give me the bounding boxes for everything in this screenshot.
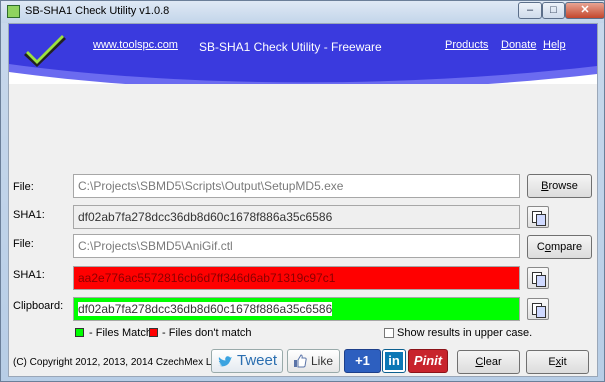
copy-icon-back: [536, 275, 546, 287]
uppercase-checkbox[interactable]: [384, 328, 394, 338]
compare-button[interactable]: Compare: [527, 235, 592, 259]
app-window: SB-SHA1 Check Utility v1.0.8 – □ ✕ www.t…: [0, 0, 605, 382]
minimize-button[interactable]: –: [518, 2, 542, 19]
client-area: www.toolspc.com SB-SHA1 Check Utility - …: [8, 23, 598, 377]
close-button[interactable]: ✕: [565, 2, 605, 19]
banner-wave: [9, 64, 597, 84]
clipboard-value: df02ab7fa278dcc36db8d60c1678f886a35c6586: [78, 302, 333, 316]
maximize-button[interactable]: □: [542, 2, 565, 19]
clipboard-field[interactable]: df02ab7fa278dcc36db8d60c1678f886a35c6586: [73, 297, 520, 321]
linkedin-icon: in: [385, 352, 403, 370]
website-link[interactable]: www.toolspc.com: [93, 39, 178, 51]
file2-path-field[interactable]: C:\Projects\SBMD5\AniGif.ctl: [73, 234, 520, 258]
title-bar[interactable]: SB-SHA1 Check Utility v1.0.8 – □ ✕: [1, 1, 605, 23]
sha1-2-label: SHA1:: [13, 269, 45, 281]
banner-title: SB-SHA1 Check Utility - Freeware: [199, 40, 382, 54]
clear-button[interactable]: Clear: [457, 350, 520, 374]
help-link[interactable]: Help: [543, 39, 566, 51]
tweet-label: Tweet: [237, 352, 278, 369]
checkmark-logo-icon: [24, 35, 66, 67]
file1-label: File:: [13, 181, 34, 193]
pinit-button[interactable]: Pinit: [408, 349, 448, 373]
paste-icon-back: [536, 306, 546, 318]
match-color-swatch: [75, 328, 84, 337]
nomatch-color-swatch: [149, 328, 158, 337]
exit-button[interactable]: Exit: [526, 350, 589, 374]
browse-button[interactable]: Browse: [527, 174, 592, 198]
files-dont-match-legend: - Files don't match: [162, 327, 252, 339]
copyright-text: (C) Copyright 2012, 2013, 2014 CzechMex …: [13, 357, 225, 368]
uppercase-label[interactable]: Show results in upper case.: [397, 327, 532, 339]
banner: www.toolspc.com SB-SHA1 Check Utility - …: [9, 24, 597, 84]
copy-sha1-2-button[interactable]: [527, 267, 549, 289]
paste-clipboard-button[interactable]: [527, 298, 549, 320]
like-button[interactable]: Like: [287, 349, 340, 373]
copy-sha1-1-button[interactable]: [527, 206, 549, 228]
like-label: Like: [311, 354, 334, 368]
sha1-1-field[interactable]: df02ab7fa278dcc36db8d60c1678f886a35c6586: [73, 205, 520, 229]
file1-path-field[interactable]: C:\Projects\SBMD5\Scripts\Output\SetupMD…: [73, 174, 520, 198]
file2-label: File:: [13, 238, 34, 250]
sha1-1-label: SHA1:: [13, 209, 45, 221]
window-title: SB-SHA1 Check Utility v1.0.8: [25, 5, 170, 17]
twitter-bird-icon: [218, 356, 232, 367]
copy-icon-back: [536, 214, 546, 226]
files-match-legend: - Files Match: [89, 327, 152, 339]
tweet-button[interactable]: Tweet: [211, 349, 283, 373]
linkedin-button[interactable]: in: [382, 349, 406, 373]
clipboard-label: Clipboard:: [13, 300, 64, 312]
donate-link[interactable]: Donate: [501, 39, 536, 51]
sha1-2-field[interactable]: aa2e776ac5572816cb6d7ff346d6ab71319c97c1: [73, 266, 520, 290]
products-link[interactable]: Products: [445, 39, 488, 51]
thumbs-up-icon: [294, 354, 307, 368]
app-icon: [7, 5, 20, 18]
google-plus-button[interactable]: +1: [344, 349, 381, 373]
